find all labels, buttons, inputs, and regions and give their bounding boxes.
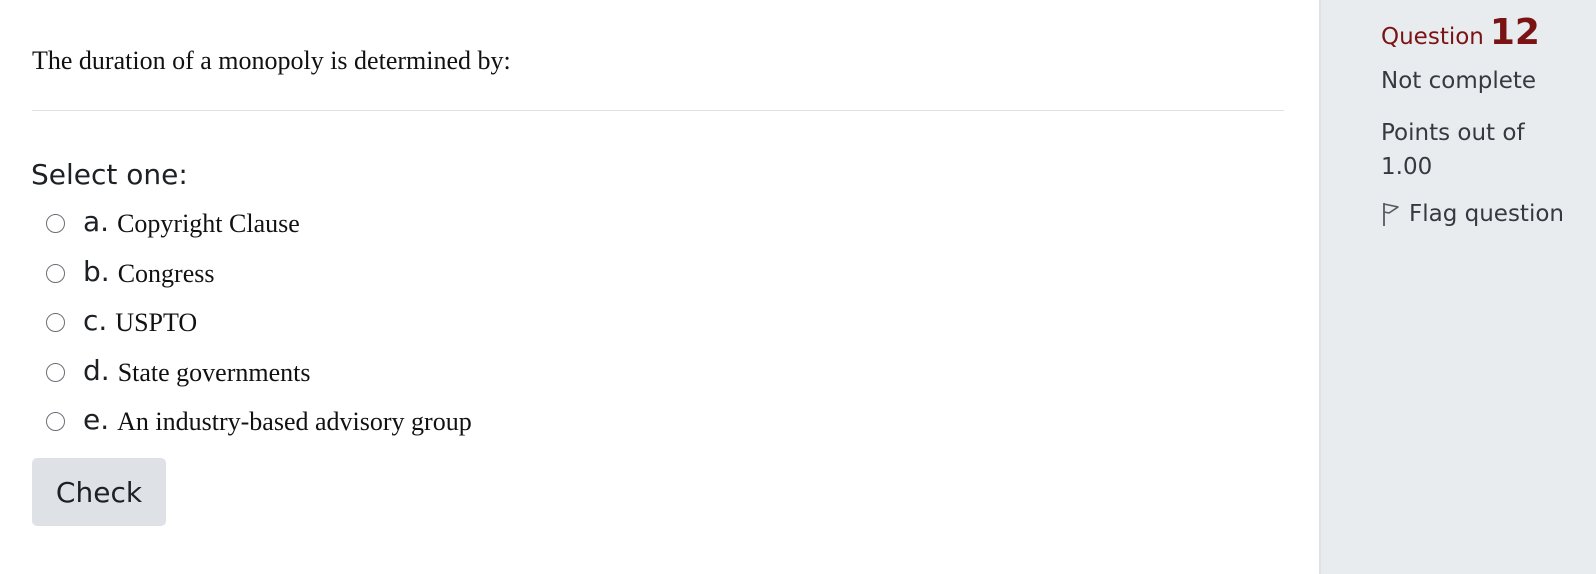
answer-text[interactable]: USPTO [115, 303, 197, 343]
divider [32, 110, 1284, 111]
answer-option-d[interactable]: d. State governments [46, 353, 472, 403]
flag-question-link[interactable]: Flag question [1381, 201, 1564, 227]
grade-info: Points out of 1.00 [1381, 120, 1525, 180]
radio-button[interactable] [46, 313, 65, 332]
flag-question-label[interactable]: Flag question [1409, 201, 1564, 227]
answer-text[interactable]: Copyright Clause [117, 204, 300, 244]
question-content: The duration of a monopoly is determined… [0, 0, 1320, 574]
radio-button[interactable] [46, 362, 65, 382]
answer-option-b[interactable]: b. Congress [46, 254, 472, 304]
answer-option-c[interactable]: c. USPTO [46, 303, 472, 353]
answer-text[interactable]: An industry-based advisory group [117, 402, 472, 442]
question-info-panel: Question 12 Not complete Points out of 1.… [1319, 0, 1596, 574]
radio-button[interactable] [46, 412, 65, 431]
question-label: Question [1381, 24, 1484, 50]
radio-button[interactable] [46, 214, 65, 233]
select-one-prompt: Select one: [31, 158, 188, 191]
quiz-page: The duration of a monopoly is determined… [0, 0, 1596, 574]
answer-option-e[interactable]: e. An industry-based advisory group [46, 402, 472, 452]
flag-outline-icon[interactable] [1381, 201, 1401, 227]
radio-button[interactable] [46, 263, 65, 283]
question-number-heading: Question 12 [1381, 12, 1540, 53]
answer-letter: d. [83, 353, 110, 387]
answer-letter: e. [83, 403, 110, 436]
answer-letter: c. [83, 304, 108, 337]
answer-text[interactable]: State governments [118, 353, 311, 393]
answer-letter: b. [83, 254, 110, 288]
answer-option-a[interactable]: a. Copyright Clause [46, 204, 472, 254]
check-button[interactable]: Check [32, 458, 166, 526]
answer-letter: a. [83, 205, 110, 238]
question-text: The duration of a monopoly is determined… [32, 46, 511, 75]
answer-list: a. Copyright Clause b. Congress c. USPTO… [46, 204, 472, 452]
answer-text[interactable]: Congress [118, 254, 215, 294]
question-number: 12 [1489, 12, 1540, 53]
completion-status: Not complete [1381, 68, 1537, 94]
